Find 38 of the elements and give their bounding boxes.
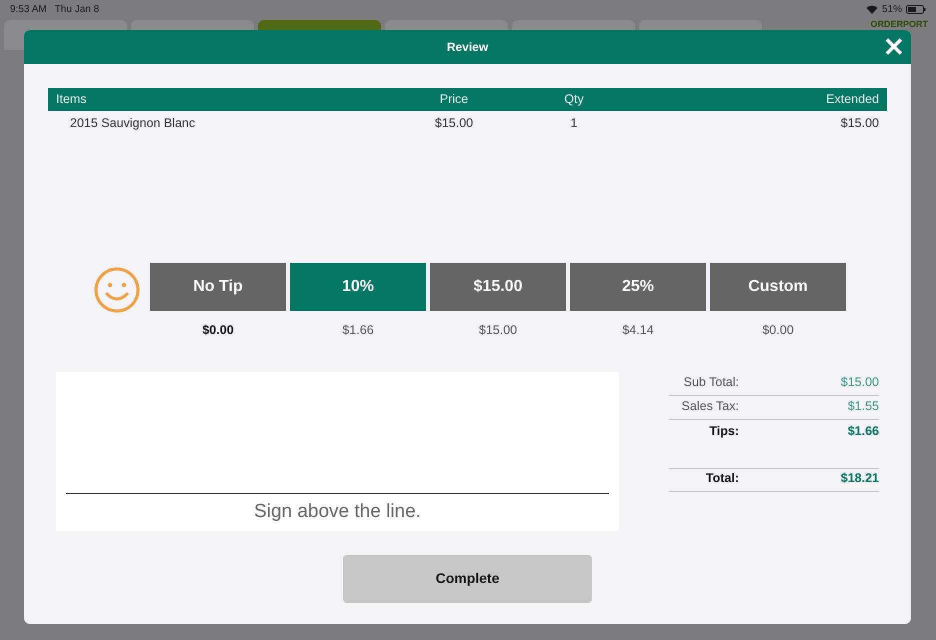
tip-option-button[interactable]: No Tip bbox=[150, 262, 286, 311]
summary-label: Sales Tax: bbox=[680, 398, 739, 415]
table-cell-text: $15.00 bbox=[434, 115, 474, 132]
tip-amount: $4.14 bbox=[621, 322, 655, 339]
wifi-icon bbox=[866, 4, 878, 14]
tip-option-button[interactable]: Custom bbox=[710, 262, 846, 311]
summary-value: $18.21 bbox=[840, 470, 879, 487]
column-header: Qty bbox=[563, 91, 585, 108]
signature-caption: Sign above the line. bbox=[253, 500, 422, 524]
tip-option-button[interactable]: $15.00 bbox=[430, 262, 566, 311]
table-cell-text: 1 bbox=[570, 115, 578, 132]
column-header: Extended bbox=[825, 91, 879, 108]
tip-option-button[interactable]: 10% bbox=[290, 262, 426, 311]
battery-percentage: 51% bbox=[882, 2, 902, 16]
summary-value: $1.66 bbox=[846, 422, 879, 440]
app-logo: ORDERPORT bbox=[870, 20, 928, 29]
tip-amount: $0.00 bbox=[761, 322, 795, 339]
battery-icon bbox=[906, 4, 926, 14]
table-cell-text: $15.00 bbox=[840, 115, 879, 132]
tip-amount: $0.00 bbox=[201, 322, 235, 339]
summary-label: Tips: bbox=[708, 422, 739, 440]
table-cell-text: 2015 Sauvignon Blanc bbox=[70, 115, 196, 132]
close-button[interactable]: ✕ bbox=[881, 32, 907, 62]
column-header: Items bbox=[56, 91, 88, 108]
summary-label: Sub Total: bbox=[682, 374, 739, 391]
smiley-face-icon bbox=[94, 266, 140, 313]
status-time: 9:53 AM bbox=[10, 2, 47, 16]
summary-value: $15.00 bbox=[840, 374, 879, 391]
signature-pad[interactable]: Sign above the line. bbox=[56, 372, 619, 530]
dialog-title: Review bbox=[446, 39, 488, 56]
summary-label: Total: bbox=[704, 470, 739, 487]
tip-option-button[interactable]: 25% bbox=[570, 262, 706, 311]
status-date: Thu Jan 8 bbox=[54, 2, 100, 16]
tip-amount: $15.00 bbox=[478, 322, 518, 339]
summary-value: $1.55 bbox=[846, 398, 879, 415]
complete-button[interactable]: Complete bbox=[343, 554, 592, 602]
tip-amount: $1.66 bbox=[341, 322, 375, 339]
column-header: Price bbox=[438, 91, 470, 108]
